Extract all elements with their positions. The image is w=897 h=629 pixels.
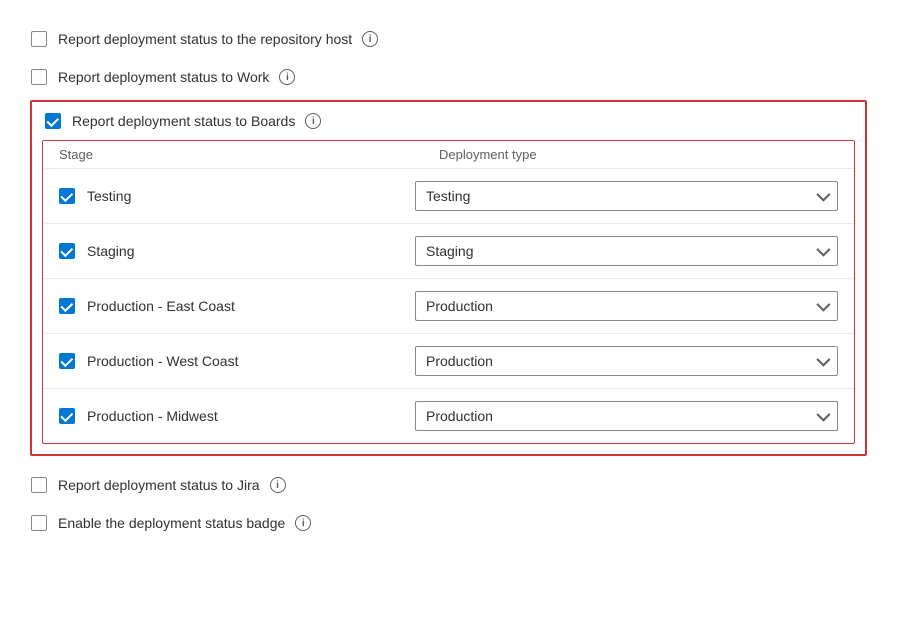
option-jira: Report deployment status to Jira i — [30, 466, 867, 504]
deployment-value-staging: Staging — [426, 243, 473, 259]
table-row: Production - East Coast Production — [43, 278, 854, 333]
checkbox-boards[interactable] — [44, 112, 62, 130]
checkbox-badge[interactable] — [30, 514, 48, 532]
stage-checkbox-east-coast[interactable] — [59, 298, 75, 314]
chevron-down-icon — [816, 353, 830, 367]
boards-header-row: Report deployment status to Boards i — [32, 102, 865, 140]
boards-section: Report deployment status to Boards i Sta… — [30, 100, 867, 456]
deployment-select-staging[interactable]: Staging — [415, 236, 838, 266]
deployment-select-midwest[interactable]: Production — [415, 401, 838, 431]
table-row: Production - Midwest Production — [43, 388, 854, 443]
option-jira-label: Report deployment status to Jira — [58, 477, 260, 493]
chevron-down-icon — [816, 408, 830, 422]
stage-name-east-coast: Production - East Coast — [75, 298, 415, 314]
chevron-down-icon — [816, 188, 830, 202]
stage-checkbox-testing[interactable] — [59, 188, 75, 204]
table-row: Testing Testing — [43, 168, 854, 223]
chevron-down-icon — [816, 243, 830, 257]
deployment-select-east-coast[interactable]: Production — [415, 291, 838, 321]
deployment-value-midwest: Production — [426, 408, 493, 424]
stage-col-header: Stage — [59, 147, 439, 162]
stage-name-staging: Staging — [75, 243, 415, 259]
option-badge-label: Enable the deployment status badge — [58, 515, 285, 531]
deployment-value-testing: Testing — [426, 188, 470, 204]
option-repo-host: Report deployment status to the reposito… — [30, 20, 867, 58]
checkbox-jira[interactable] — [30, 476, 48, 494]
deployment-value-east-coast: Production — [426, 298, 493, 314]
stage-name-west-coast: Production - West Coast — [75, 353, 415, 369]
deployment-select-testing[interactable]: Testing — [415, 181, 838, 211]
option-work: Report deployment status to Work i — [30, 58, 867, 96]
checkbox-repo-host[interactable] — [30, 30, 48, 48]
bottom-options: Report deployment status to Jira i Enabl… — [30, 466, 867, 542]
stage-name-testing: Testing — [75, 188, 415, 204]
option-badge: Enable the deployment status badge i — [30, 504, 867, 542]
info-icon-boards[interactable]: i — [305, 113, 321, 129]
checkbox-work[interactable] — [30, 68, 48, 86]
info-icon-work[interactable]: i — [279, 69, 295, 85]
stage-table: Stage Deployment type Testing Testing St… — [42, 140, 855, 444]
option-boards-label: Report deployment status to Boards — [72, 113, 295, 129]
deployment-col-header: Deployment type — [439, 147, 838, 162]
deployment-select-west-coast[interactable]: Production — [415, 346, 838, 376]
info-icon-repo-host[interactable]: i — [362, 31, 378, 47]
info-icon-badge[interactable]: i — [295, 515, 311, 531]
deployment-value-west-coast: Production — [426, 353, 493, 369]
option-work-label: Report deployment status to Work — [58, 69, 269, 85]
stage-checkbox-west-coast[interactable] — [59, 353, 75, 369]
stage-name-midwest: Production - Midwest — [75, 408, 415, 424]
chevron-down-icon — [816, 298, 830, 312]
stage-checkbox-staging[interactable] — [59, 243, 75, 259]
stage-table-header: Stage Deployment type — [43, 141, 854, 168]
table-row: Staging Staging — [43, 223, 854, 278]
stage-checkbox-midwest[interactable] — [59, 408, 75, 424]
option-repo-host-label: Report deployment status to the reposito… — [58, 31, 352, 47]
table-row: Production - West Coast Production — [43, 333, 854, 388]
info-icon-jira[interactable]: i — [270, 477, 286, 493]
